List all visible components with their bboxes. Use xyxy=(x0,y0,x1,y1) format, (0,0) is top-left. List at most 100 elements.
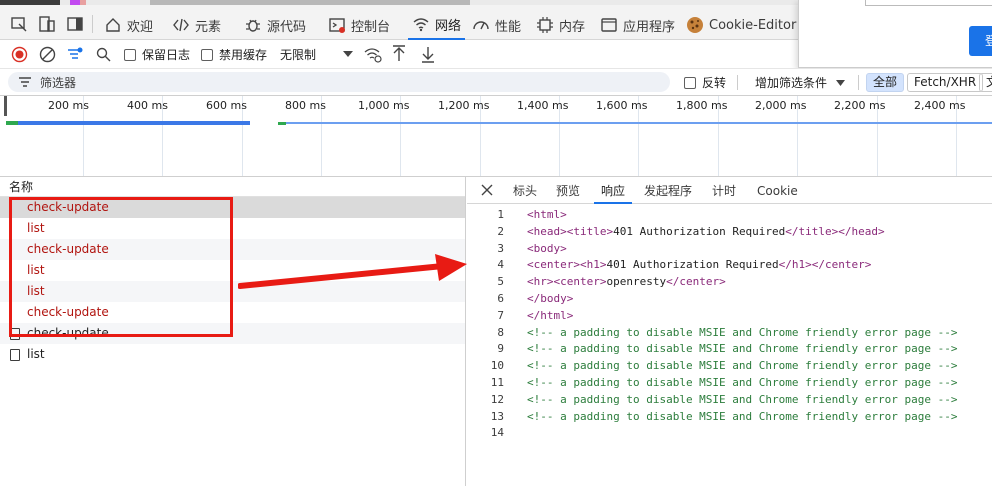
line-number: 4 xyxy=(497,258,504,272)
dialog-login-button[interactable]: 登 xyxy=(969,26,992,56)
request-row[interactable]: list xyxy=(0,344,465,365)
tab-sources[interactable]: 源代码 xyxy=(244,10,306,40)
timeline-bar xyxy=(286,122,992,124)
timeline-label: 2,200 ms xyxy=(834,99,886,112)
app-icon xyxy=(601,18,617,32)
request-name: list xyxy=(27,347,45,361)
response-body[interactable]: 1 <html> 2 <head><title>401 Authorization R… xyxy=(467,207,992,442)
close-icon[interactable] xyxy=(481,184,493,196)
annotation-highlight-box xyxy=(9,197,233,337)
code-text: <head><title>401 Authorization Required<… xyxy=(527,224,885,238)
inspect-icon[interactable] xyxy=(10,15,28,33)
tab-headers[interactable]: 标头 xyxy=(513,177,537,204)
console-icon xyxy=(329,18,345,33)
timeline-bar xyxy=(278,122,286,125)
tab-welcome[interactable]: 欢迎 xyxy=(104,10,153,40)
code-line: 12 <!-- a padding to disable MSIE and Chr… xyxy=(467,392,992,409)
timeline-handle[interactable] xyxy=(4,96,7,116)
checkbox-icon xyxy=(124,48,136,61)
code-text: <!-- a padding to disable MSIE and Chrom… xyxy=(527,409,958,423)
code-line: 8 <!-- a padding to disable MSIE and Chro… xyxy=(467,325,992,342)
more-filters-dropdown[interactable]: 增加筛选条件 xyxy=(755,69,846,96)
chevron-down-icon[interactable] xyxy=(342,50,354,59)
tab-cookie-editor[interactable]: Cookie-Editor xyxy=(686,10,796,40)
tab-memory[interactable]: 内存 xyxy=(536,10,585,40)
filter-fetch-xhr-button[interactable]: Fetch/XHR xyxy=(907,73,984,92)
code-text: <center><h1>401 Authorization Required</… xyxy=(527,258,872,272)
devtools-window: 欢迎 元素 源代码 控制台 网络 性能 内存 应用程序 Cookie-Edito… xyxy=(0,0,992,486)
filter-all-button[interactable]: 全部 xyxy=(866,73,905,92)
tab-elements-label: 元素 xyxy=(195,19,222,35)
tab-timing[interactable]: 计时 xyxy=(712,177,736,204)
preserve-log-checkbox[interactable]: 保留日志 xyxy=(124,41,190,68)
code-line: 7 </html> xyxy=(467,308,992,325)
code-line: 10 <!-- a padding to disable MSIE and Chr… xyxy=(467,358,992,375)
tab-sources-label: 源代码 xyxy=(267,19,307,35)
clear-icon[interactable] xyxy=(39,46,56,63)
document-icon xyxy=(10,349,20,361)
tab-console[interactable]: 控制台 xyxy=(328,10,390,40)
filter-doc-button[interactable]: 文 xyxy=(979,73,992,92)
device-toolbar-icon[interactable] xyxy=(38,15,56,33)
code-text: </body> xyxy=(527,291,574,305)
code-text: <!-- a padding to disable MSIE and Chrom… xyxy=(527,325,958,339)
code-line: 2 <head><title>401 Authorization Required… xyxy=(467,224,992,241)
tab-memory-label: 内存 xyxy=(559,19,586,35)
detail-tab-bar: 标头 预览 响应 发起程序 计时 Cookie xyxy=(467,177,992,204)
download-icon[interactable] xyxy=(421,45,435,63)
line-number: 13 xyxy=(490,409,504,423)
timeline-label: 1,400 ms xyxy=(517,99,569,112)
timeline-bar xyxy=(6,121,18,125)
tab-initiator[interactable]: 发起程序 xyxy=(644,177,692,204)
network-conditions-icon[interactable] xyxy=(364,46,382,63)
throttle-select[interactable]: 无限制 xyxy=(280,41,316,68)
search-icon[interactable] xyxy=(95,46,112,63)
line-number: 8 xyxy=(497,325,504,339)
invert-label: 反转 xyxy=(702,76,727,90)
code-line: 3 <body> xyxy=(467,241,992,258)
filter-input[interactable]: 筛选器 xyxy=(8,72,670,92)
line-number: 12 xyxy=(490,392,504,406)
code-text: <!-- a padding to disable MSIE and Chrom… xyxy=(527,392,958,406)
code-line: 9 <!-- a padding to disable MSIE and Chro… xyxy=(467,341,992,358)
code-text: <!-- a padding to disable MSIE and Chrom… xyxy=(527,359,958,373)
timeline-label: 1,200 ms xyxy=(438,99,490,112)
filter-toggle-icon[interactable] xyxy=(66,46,83,63)
network-timeline[interactable]: 200 ms 400 ms 600 ms 800 ms 1,000 ms 1,2… xyxy=(0,95,992,177)
tab-preview[interactable]: 预览 xyxy=(556,177,580,204)
tab-network-label: 网络 xyxy=(435,18,462,34)
timeline-label: 600 ms xyxy=(206,99,247,112)
record-icon[interactable] xyxy=(11,46,28,63)
timeline-bar xyxy=(18,121,250,125)
invert-checkbox[interactable]: 反转 xyxy=(684,69,726,96)
tab-elements[interactable]: 元素 xyxy=(172,10,221,40)
request-detail-pane: 标头 预览 响应 发起程序 计时 Cookie 1 <html> 2 <head><t… xyxy=(467,177,992,486)
chevron-down-icon xyxy=(836,79,846,86)
home-icon xyxy=(106,18,120,32)
gauge-icon xyxy=(473,21,489,30)
line-number: 6 xyxy=(497,291,504,305)
tab-response[interactable]: 响应 xyxy=(594,177,633,204)
tab-cookies[interactable]: Cookie xyxy=(757,177,798,204)
tab-application[interactable]: 应用程序 xyxy=(600,10,675,40)
disable-cache-checkbox[interactable]: 禁用缓存 xyxy=(201,41,267,68)
code-line: 1 <html> xyxy=(467,207,992,224)
timeline-label: 800 ms xyxy=(285,99,326,112)
wifi-icon xyxy=(413,18,429,32)
tab-performance[interactable]: 性能 xyxy=(472,10,521,40)
tab-network[interactable]: 网络 xyxy=(408,10,466,40)
name-column-header[interactable]: 名称 xyxy=(0,177,465,197)
timeline-label: 400 ms xyxy=(127,99,168,112)
line-number: 7 xyxy=(497,308,504,322)
overlay-dialog: 登 xyxy=(798,0,992,68)
upload-icon[interactable] xyxy=(392,45,406,63)
code-text: <hr><center>openresty</center> xyxy=(527,275,726,289)
dialog-field[interactable] xyxy=(865,0,992,6)
code-text: <!-- a padding to disable MSIE and Chrom… xyxy=(527,375,958,389)
timeline-label: 1,600 ms xyxy=(596,99,648,112)
tab-cookie-editor-label: Cookie-Editor xyxy=(709,17,797,33)
checkbox-icon xyxy=(684,76,696,89)
code-text: <body> xyxy=(527,241,567,255)
filter-row: 筛选器 反转 增加筛选条件 全部 Fetch/XHR 文 xyxy=(0,68,992,95)
dock-icon[interactable] xyxy=(66,15,84,33)
